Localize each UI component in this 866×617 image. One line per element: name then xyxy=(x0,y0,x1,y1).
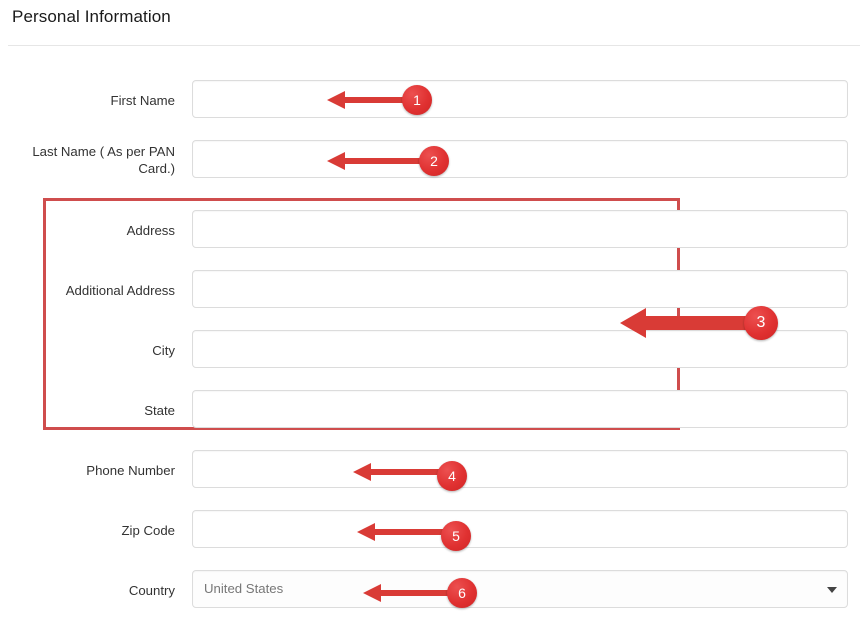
label-city: City xyxy=(152,343,175,358)
annotation-arrow-2 xyxy=(327,149,427,173)
annotation-arrow-1 xyxy=(327,88,413,112)
input-first-name[interactable] xyxy=(192,80,848,118)
annotation-arrow-6 xyxy=(363,581,455,605)
step-badge-5: 5 xyxy=(441,521,471,551)
label-additional-address: Additional Address xyxy=(65,283,175,298)
input-additional-address[interactable] xyxy=(192,270,848,308)
select-country[interactable]: United States xyxy=(192,570,848,608)
label-phone-number: Phone Number xyxy=(86,463,175,478)
annotation-arrow-4 xyxy=(353,460,445,484)
step-badge-6: 6 xyxy=(447,578,477,608)
title-divider xyxy=(8,45,860,46)
label-country: Country xyxy=(128,583,175,598)
form-row-state: State xyxy=(0,390,866,430)
chevron-down-icon xyxy=(827,587,837,593)
label-first-name: First Name xyxy=(110,93,175,108)
label-address: Address xyxy=(126,223,175,238)
input-address[interactable] xyxy=(192,210,848,248)
label-state: State xyxy=(144,403,175,418)
annotation-arrow-3 xyxy=(620,306,756,340)
form-row-address: Address xyxy=(0,210,866,250)
page-title: Personal Information xyxy=(12,7,171,26)
input-last-name[interactable] xyxy=(192,140,848,178)
input-phone-number[interactable] xyxy=(192,450,848,488)
input-state[interactable] xyxy=(192,390,848,428)
select-country-value: United States xyxy=(204,581,284,596)
label-last-name: Last Name ( As per PAN Card.) xyxy=(32,144,175,176)
step-badge-3: 3 xyxy=(744,306,778,340)
annotation-arrow-5 xyxy=(357,520,449,544)
form-row-additional-address: Additional Address xyxy=(0,270,866,310)
personal-information-page: Personal Information First Name Last Nam… xyxy=(0,0,866,617)
input-zip-code[interactable] xyxy=(192,510,848,548)
step-badge-2: 2 xyxy=(419,146,449,176)
form-row-first-name: First Name xyxy=(0,80,866,120)
label-zip-code: Zip Code xyxy=(121,523,175,538)
step-badge-1: 1 xyxy=(402,85,432,115)
step-badge-4: 4 xyxy=(437,461,467,491)
